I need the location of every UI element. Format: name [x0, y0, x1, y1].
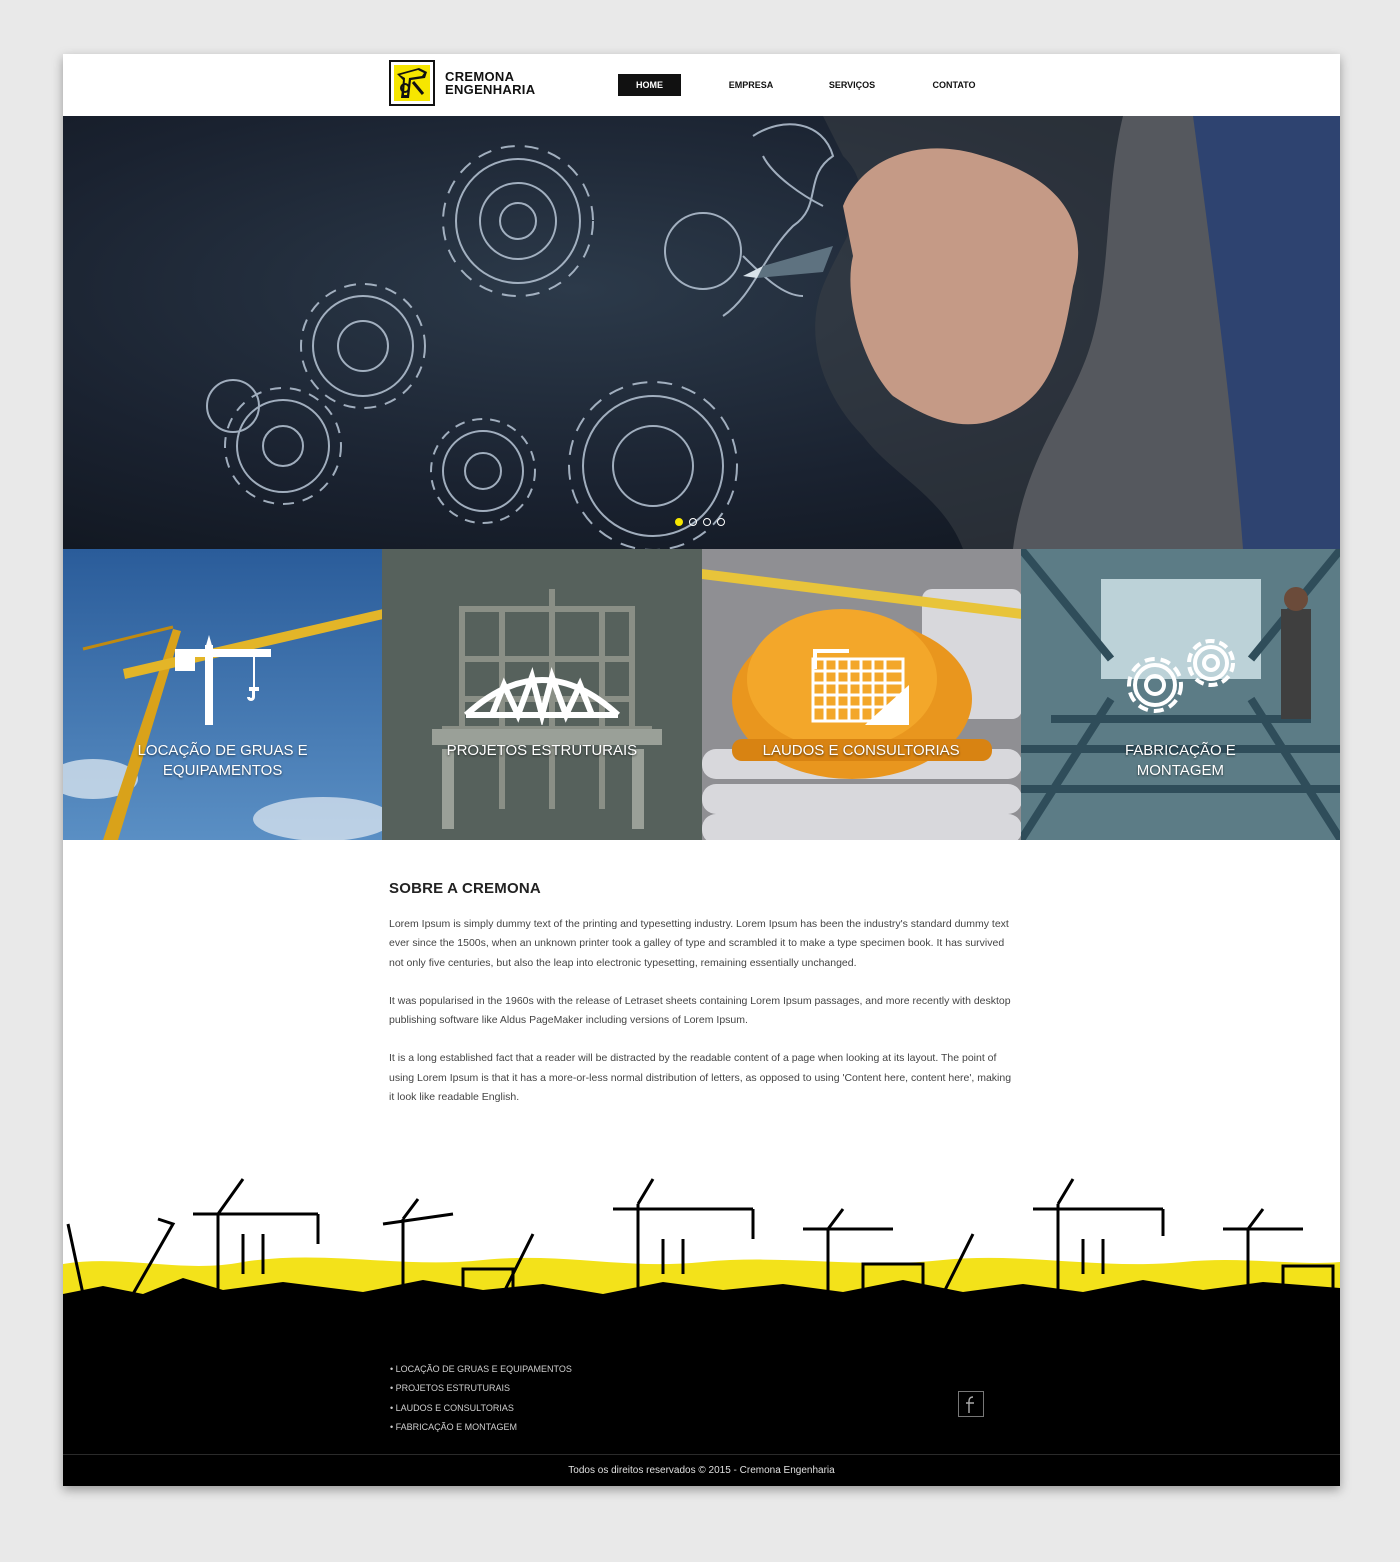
- nav-empresa[interactable]: EMPRESA: [711, 74, 791, 96]
- service-label-laudos: LAUDOS E CONSULTORIAS: [762, 742, 960, 759]
- site-header: CREMONA ENGENHARIA HOME EMPRESA SERVIÇOS…: [63, 54, 1340, 116]
- hero-slider: [63, 116, 1340, 549]
- site-footer: • LOCAÇÃO DE GRUAS E EQUIPAMENTOS • PROJ…: [63, 1316, 1340, 1486]
- blueprint-set-square-icon: [811, 649, 910, 725]
- footer-link-fabricacao[interactable]: • FABRICAÇÃO E MONTAGEM: [390, 1418, 572, 1437]
- footer-services-list: • LOCAÇÃO DE GRUAS E EQUIPAMENTOS • PROJ…: [390, 1360, 572, 1437]
- tower-crane-icon: [174, 635, 271, 725]
- gears-icon: [1127, 639, 1236, 713]
- crane-hook-logo-icon: [389, 60, 435, 106]
- logo[interactable]: CREMONA ENGENHARIA: [389, 60, 535, 106]
- logo-text: CREMONA ENGENHARIA: [445, 70, 535, 96]
- about-section: SOBRE A CREMONA Lorem Ipsum is simply du…: [389, 880, 1014, 1126]
- truss-bridge-icon: [463, 667, 620, 725]
- slider-dot-4[interactable]: [717, 518, 725, 526]
- nav-servicos[interactable]: SERVIÇOS: [811, 74, 893, 96]
- service-label-fabricacao: FABRICAÇÃO E MONTAGEM: [1124, 742, 1236, 779]
- service-tile-gruas[interactable]: LOCAÇÃO DE GRUAS E EQUIPAMENTOS: [63, 549, 383, 840]
- logo-name-line2: ENGENHARIA: [445, 82, 536, 97]
- service-label-gruas: LOCAÇÃO DE GRUAS E EQUIPAMENTOS: [137, 742, 308, 779]
- slider-dot-1[interactable]: [675, 518, 683, 526]
- service-label-projetos: PROJETOS ESTRUTURAIS: [446, 742, 638, 759]
- footer-link-projetos[interactable]: • PROJETOS ESTRUTURAIS: [390, 1379, 572, 1398]
- about-paragraph-2: It was popularised in the 1960s with the…: [389, 994, 1011, 1027]
- service-tile-fabricacao[interactable]: FABRICAÇÃO E MONTAGEM: [1020, 549, 1340, 840]
- facebook-link[interactable]: [958, 1391, 984, 1417]
- copyright: Todos os direitos reservados © 2015 - Cr…: [63, 1454, 1340, 1486]
- footer-link-gruas[interactable]: • LOCAÇÃO DE GRUAS E EQUIPAMENTOS: [390, 1360, 572, 1379]
- service-tile-laudos[interactable]: LAUDOS E CONSULTORIAS: [701, 549, 1021, 840]
- slider-dots: [675, 518, 731, 526]
- facebook-icon: [966, 1396, 974, 1413]
- footer-link-laudos[interactable]: • LAUDOS E CONSULTORIAS: [390, 1399, 572, 1418]
- about-paragraph-1: Lorem Ipsum is simply dummy text of the …: [389, 918, 1009, 969]
- about-title: SOBRE A CREMONA: [389, 880, 541, 897]
- slider-dot-2[interactable]: [689, 518, 697, 526]
- page: CREMONA ENGENHARIA HOME EMPRESA SERVIÇOS…: [63, 54, 1340, 1486]
- about-paragraph-3: It is a long established fact that a rea…: [389, 1052, 1012, 1104]
- services-tiles: LOCAÇÃO DE GRUAS E EQUIPAMENTOS PROJETOS…: [63, 549, 1340, 840]
- slider-dot-3[interactable]: [703, 518, 711, 526]
- main-nav: HOME EMPRESA SERVIÇOS CONTATO: [618, 74, 1015, 96]
- hero-gears-illustration: [206, 116, 1340, 549]
- nav-home[interactable]: HOME: [618, 74, 681, 96]
- construction-skyline-illustration: [63, 1178, 1340, 1316]
- nav-contato[interactable]: CONTATO: [913, 74, 995, 96]
- service-tile-projetos[interactable]: PROJETOS ESTRUTURAIS: [382, 549, 702, 840]
